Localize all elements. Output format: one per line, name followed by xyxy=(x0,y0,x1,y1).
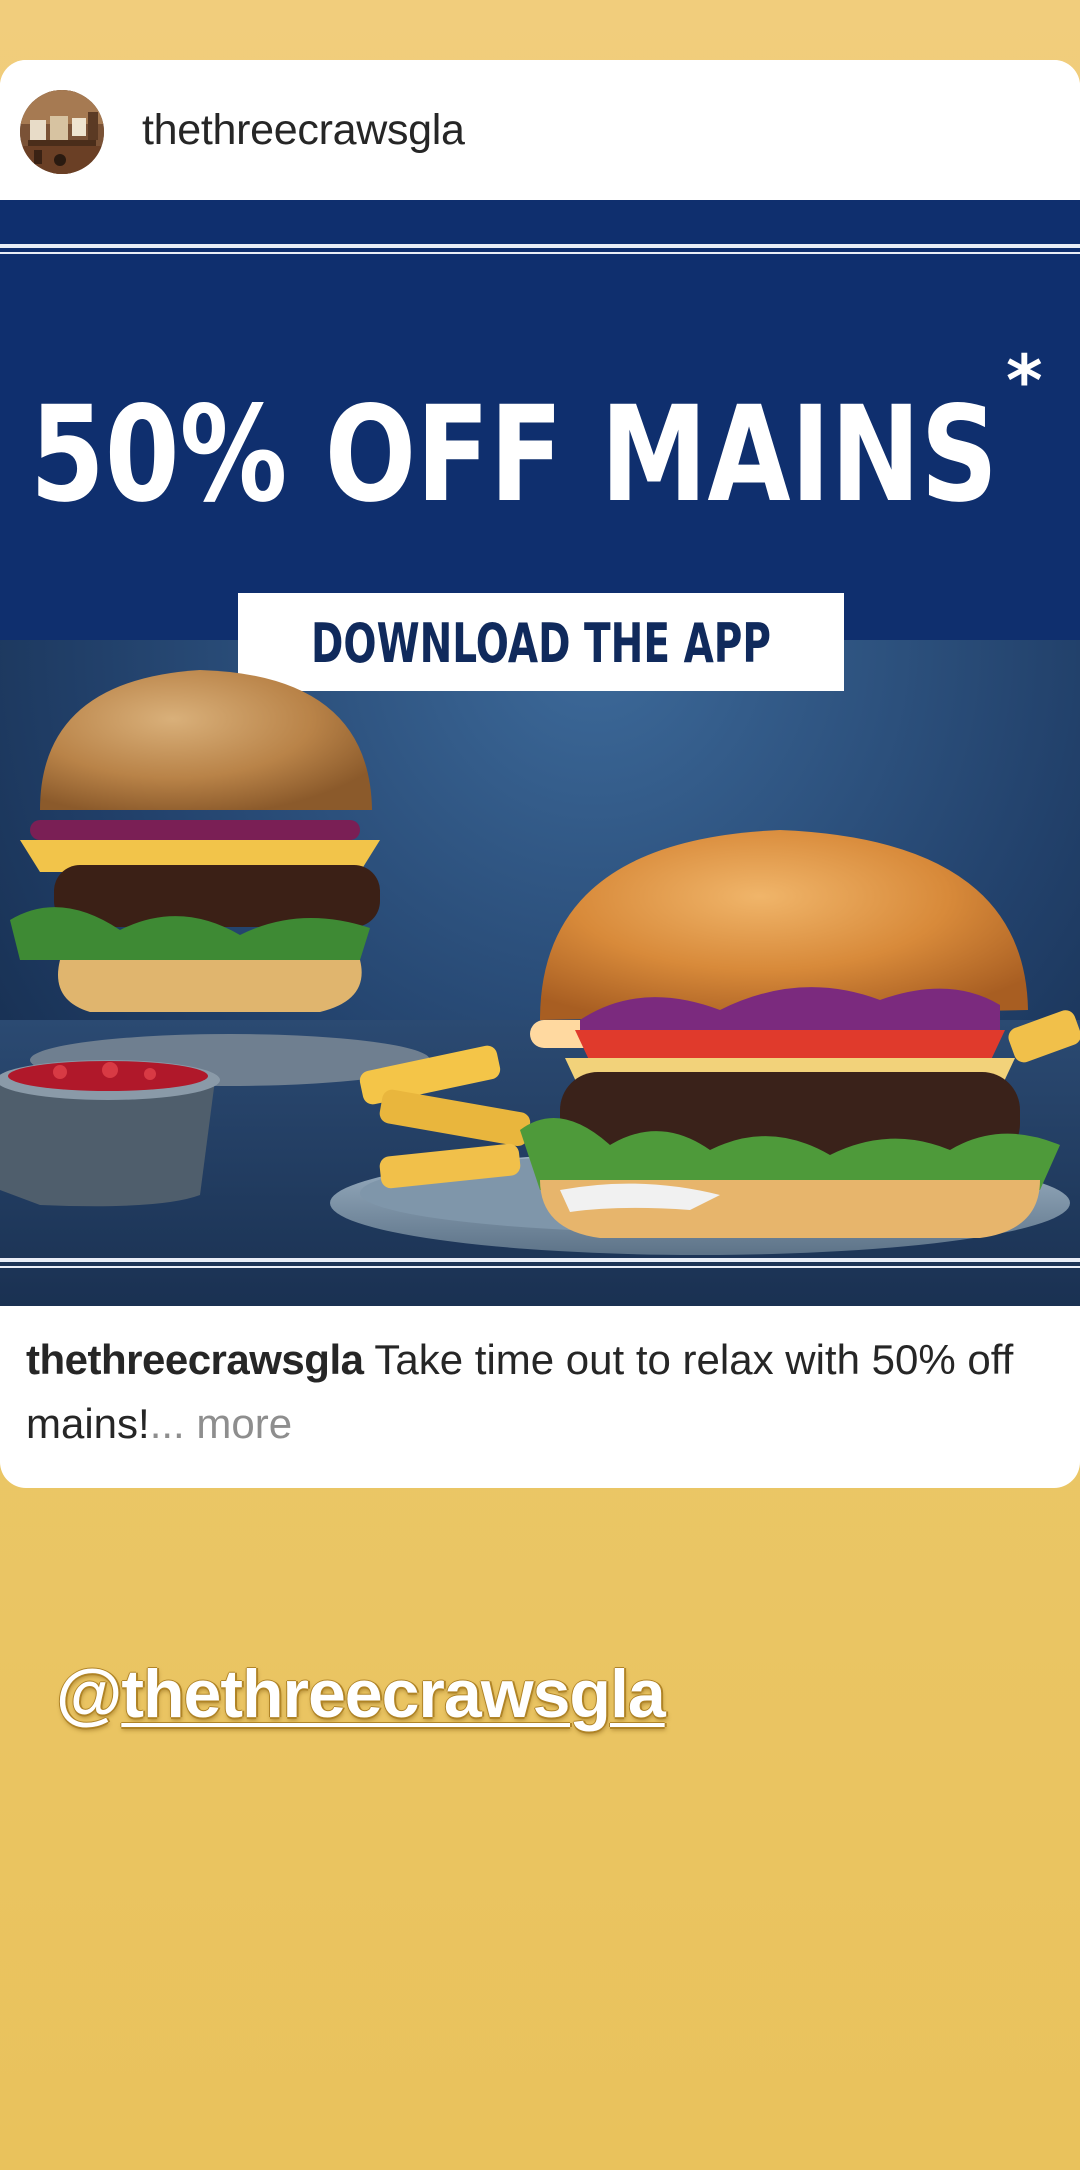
post-username[interactable]: thethreecrawsgla xyxy=(142,104,465,156)
ketchup-bowl xyxy=(0,1060,220,1207)
avatar-image xyxy=(20,90,104,174)
shared-post-card[interactable]: thethreecrawsgla 50% OFF MAINS * DOWNLOA… xyxy=(0,60,1080,1488)
post-image[interactable]: 50% OFF MAINS * DOWNLOAD THE APP xyxy=(0,200,1080,1306)
promo-image: 50% OFF MAINS * DOWNLOAD THE APP xyxy=(0,200,1080,1306)
mention-sticker[interactable]: @thethreecrawsgla xyxy=(56,1652,666,1736)
cta-label: DOWNLOAD THE APP xyxy=(311,612,771,675)
mention-at-symbol: @ xyxy=(56,1656,122,1732)
profile-avatar[interactable] xyxy=(20,90,104,174)
caption-ellipsis: ... xyxy=(149,1400,185,1447)
mention-handle[interactable]: thethreecrawsgla xyxy=(121,1656,665,1732)
promo-headline: 50% OFF MAINS xyxy=(30,378,998,532)
caption-more-link[interactable]: more xyxy=(196,1400,292,1447)
post-caption: thethreecrawsgla Take time out to relax … xyxy=(26,1328,1046,1456)
headline-asterisk: * xyxy=(1006,340,1043,422)
post-header: thethreecrawsgla xyxy=(0,60,1080,200)
caption-username[interactable]: thethreecrawsgla xyxy=(26,1336,364,1383)
